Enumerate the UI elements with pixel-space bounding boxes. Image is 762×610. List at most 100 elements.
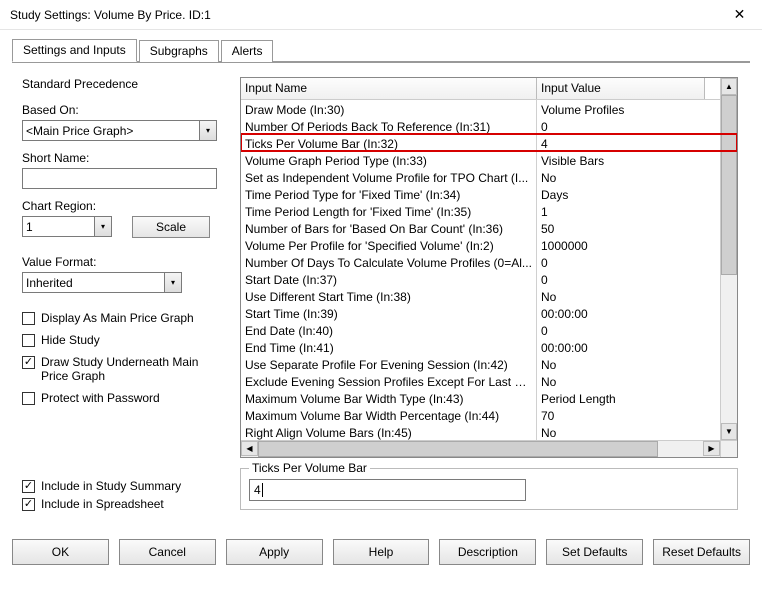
table-row[interactable]: Use Separate Profile For Evening Session… [241,355,737,372]
table-row[interactable]: Number Of Days To Calculate Volume Profi… [241,253,737,270]
protect-password-label: Protect with Password [41,391,160,405]
checkbox-icon [22,356,35,369]
input-name-cell: Draw Mode (In:30) [241,100,537,117]
input-value-cell: 50 [537,219,705,236]
input-value-cell: Visible Bars [537,151,705,168]
description-button[interactable]: Description [439,539,536,565]
scroll-left-icon[interactable]: ◀ [241,441,258,456]
hide-study-checkbox-row[interactable]: Hide Study [22,333,232,347]
tab-settings-and-inputs[interactable]: Settings and Inputs [12,39,137,62]
ok-button[interactable]: OK [12,539,109,565]
input-value-cell: No [537,423,705,440]
input-value-cell: 70 [537,406,705,423]
input-value-cell: 0 [537,117,705,134]
input-name-cell: Exclude Evening Session Profiles Except … [241,372,537,389]
input-value-cell: 4 [537,134,705,151]
table-row[interactable]: Number of Bars for 'Based On Bar Count' … [241,219,737,236]
table-row[interactable]: Right Align Volume Bars (In:45)No [241,423,737,440]
input-value-cell: Days [537,185,705,202]
checkbox-icon [22,480,35,493]
based-on-dropdown[interactable]: <Main Price Graph> ▾ [22,120,217,141]
input-value-cell: 0 [537,321,705,338]
input-name-cell: Set as Independent Volume Profile for TP… [241,168,537,185]
include-spreadsheet-label: Include in Spreadsheet [41,497,164,511]
table-row[interactable]: Start Time (In:39)00:00:00 [241,304,737,321]
input-value-cell: No [537,287,705,304]
scroll-right-icon[interactable]: ▶ [703,441,720,456]
input-value-field[interactable]: 4 [249,479,526,501]
hide-study-label: Hide Study [41,333,100,347]
precedence-heading: Standard Precedence [22,77,232,91]
include-summary-label: Include in Study Summary [41,479,181,493]
checkbox-icon [22,312,35,325]
scroll-down-icon[interactable]: ▼ [721,423,737,440]
listview-body[interactable]: Draw Mode (In:30)Volume ProfilesNumber O… [241,100,737,457]
value-format-value: Inherited [26,276,164,290]
input-name-cell: Ticks Per Volume Bar (In:32) [241,134,537,151]
cancel-button[interactable]: Cancel [119,539,216,565]
table-row[interactable]: Maximum Volume Bar Width Percentage (In:… [241,406,737,423]
set-defaults-button[interactable]: Set Defaults [546,539,643,565]
table-row[interactable]: Draw Mode (In:30)Volume Profiles [241,100,737,117]
draw-underneath-label: Draw Study Underneath Main Price Graph [41,355,211,383]
listview-header: Input Name Input Value [241,78,737,100]
chevron-down-icon: ▾ [164,273,181,292]
close-icon: ✕ [734,6,746,23]
table-row[interactable]: End Date (In:40)0 [241,321,737,338]
window-title: Study Settings: Volume By Price. ID:1 [10,8,717,22]
scrollbar-corner [720,440,737,457]
input-name-cell: Right Align Volume Bars (In:45) [241,423,537,440]
input-name-cell: Volume Graph Period Type (In:33) [241,151,537,168]
apply-button[interactable]: Apply [226,539,323,565]
groupbox-title: Ticks Per Volume Bar [249,461,370,475]
scroll-thumb[interactable] [258,441,658,457]
column-input-name[interactable]: Input Name [241,78,537,99]
horizontal-scrollbar[interactable]: ◀ ▶ [241,440,720,457]
table-row[interactable]: Time Period Type for 'Fixed Time' (In:34… [241,185,737,202]
vertical-scrollbar[interactable]: ▲ ▼ [720,78,737,440]
input-edit-groupbox: Ticks Per Volume Bar 4 [240,468,738,510]
table-row[interactable]: Start Date (In:37)0 [241,270,737,287]
reset-defaults-button[interactable]: Reset Defaults [653,539,750,565]
input-name-cell: Maximum Volume Bar Width Type (In:43) [241,389,537,406]
scale-button[interactable]: Scale [132,216,210,238]
scroll-thumb[interactable] [721,95,737,275]
tab-alerts[interactable]: Alerts [221,40,274,62]
include-spreadsheet-checkbox-row[interactable]: Include in Spreadsheet [22,497,232,511]
input-value-cell: No [537,355,705,372]
table-row[interactable]: Volume Graph Period Type (In:33)Visible … [241,151,737,168]
inputs-listview[interactable]: Input Name Input Value Draw Mode (In:30)… [240,77,738,458]
input-value-cell: No [537,168,705,185]
value-format-dropdown[interactable]: Inherited ▾ [22,272,182,293]
table-row[interactable]: Volume Per Profile for 'Specified Volume… [241,236,737,253]
table-row[interactable]: Ticks Per Volume Bar (In:32)4 [241,134,737,151]
input-name-cell: Number Of Periods Back To Reference (In:… [241,117,537,134]
input-name-cell: Time Period Length for 'Fixed Time' (In:… [241,202,537,219]
table-row[interactable]: Number Of Periods Back To Reference (In:… [241,117,737,134]
table-row[interactable]: End Time (In:41)00:00:00 [241,338,737,355]
input-value-cell: 0 [537,270,705,287]
table-row[interactable]: Use Different Start Time (In:38)No [241,287,737,304]
help-button[interactable]: Help [333,539,430,565]
table-row[interactable]: Set as Independent Volume Profile for TP… [241,168,737,185]
table-row[interactable]: Exclude Evening Session Profiles Except … [241,372,737,389]
display-main-checkbox-row[interactable]: Display As Main Price Graph [22,311,232,325]
chart-region-label: Chart Region: [22,199,232,213]
chart-region-dropdown[interactable]: 1 ▾ [22,216,112,237]
draw-underneath-checkbox-row[interactable]: Draw Study Underneath Main Price Graph [22,355,232,383]
close-button[interactable]: ✕ [717,0,762,30]
short-name-input[interactable] [22,168,217,189]
include-summary-checkbox-row[interactable]: Include in Study Summary [22,479,232,493]
titlebar: Study Settings: Volume By Price. ID:1 ✕ [0,0,762,30]
scroll-up-icon[interactable]: ▲ [721,78,737,95]
table-row[interactable]: Maximum Volume Bar Width Type (In:43)Per… [241,389,737,406]
checkbox-icon [22,498,35,511]
value-format-label: Value Format: [22,255,232,269]
input-value-cell: 00:00:00 [537,338,705,355]
table-row[interactable]: Time Period Length for 'Fixed Time' (In:… [241,202,737,219]
tab-bar: Settings and Inputs Subgraphs Alerts [12,38,750,61]
tab-subgraphs[interactable]: Subgraphs [139,40,219,62]
protect-password-checkbox-row[interactable]: Protect with Password [22,391,232,405]
chevron-down-icon: ▾ [199,121,216,140]
column-input-value[interactable]: Input Value [537,78,705,99]
